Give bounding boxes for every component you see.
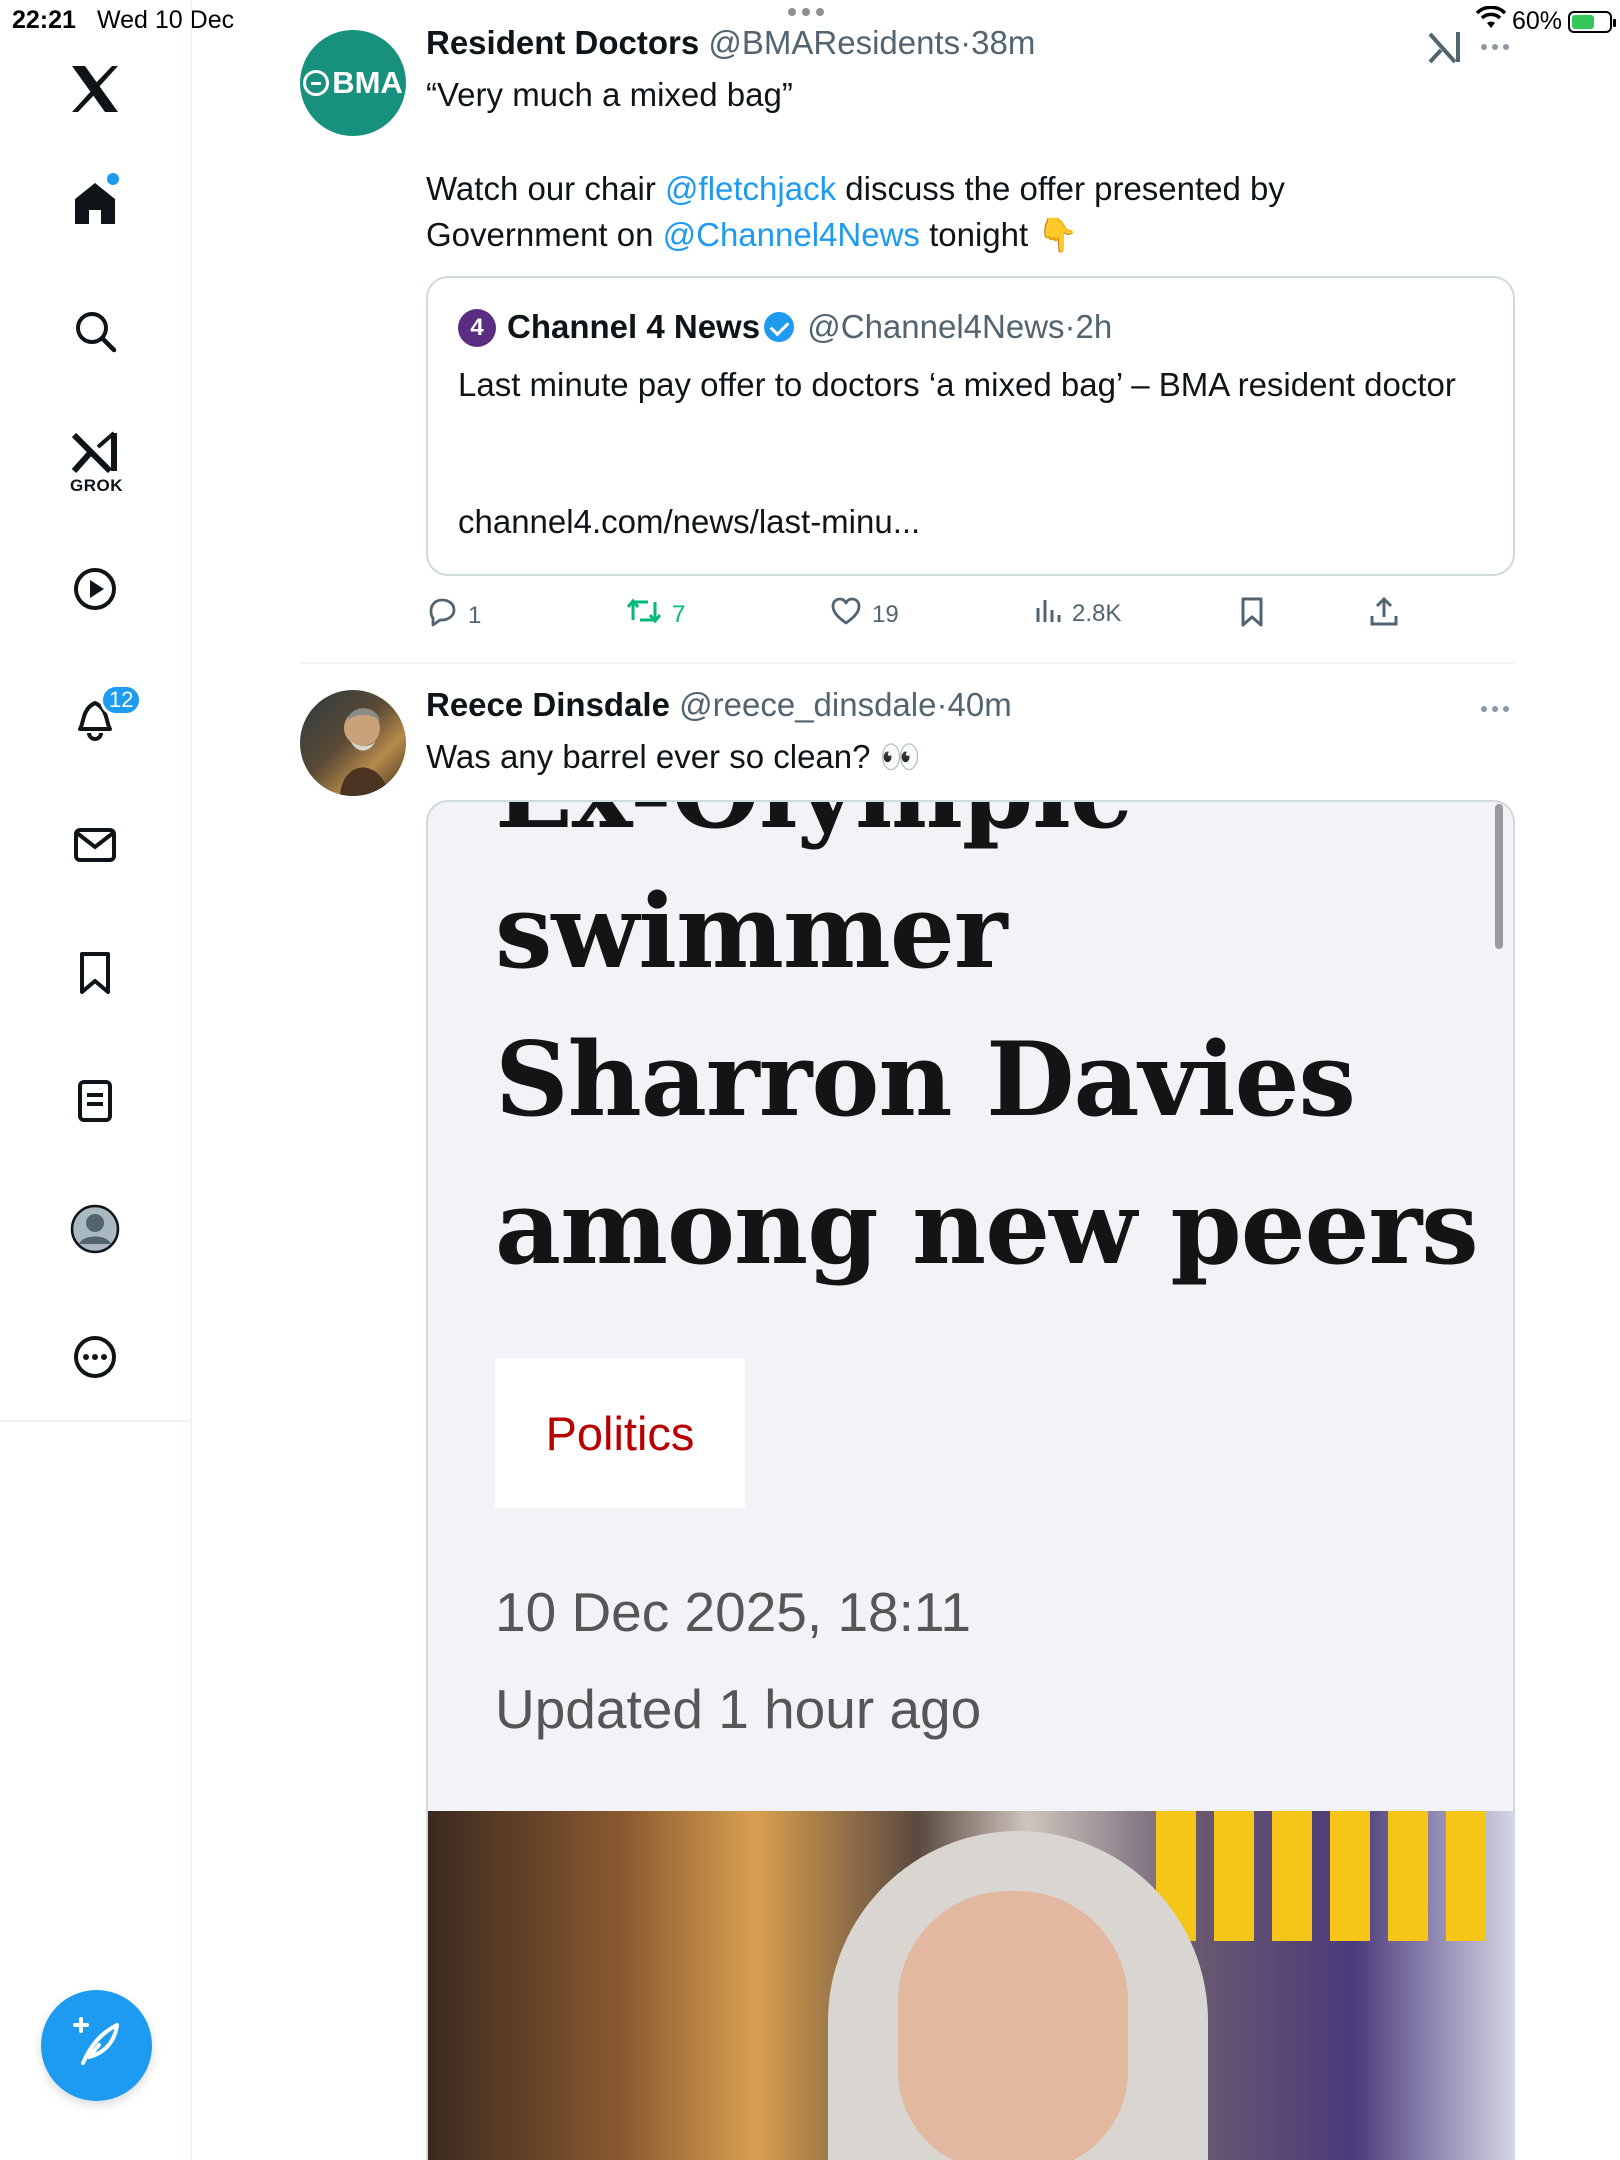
tweet-more-button[interactable] <box>1481 44 1509 50</box>
tweet-body: Watch our chair @fletchjack discuss the … <box>426 166 1516 258</box>
home-unread-dot <box>107 173 119 185</box>
headline-line: Ex-Olympic <box>495 802 1132 852</box>
search-icon[interactable] <box>66 302 124 360</box>
quoted-tweet[interactable]: 4 Channel 4 News @Channel4News·2h Last m… <box>426 276 1515 576</box>
topic-label: Politics <box>545 1406 695 1460</box>
channel4-logo-icon: 4 <box>458 309 496 347</box>
article-date: 10 Dec 2025, 18:11 <box>495 1581 972 1643</box>
battery-icon <box>1568 10 1616 33</box>
mail-icon[interactable] <box>66 816 124 874</box>
tweet-text-line: “Very much a mixed bag” <box>426 76 793 113</box>
mention-link[interactable]: @fletchjack <box>665 170 836 207</box>
tweet-text-segment: tonight 👇 <box>919 216 1079 253</box>
author-handle[interactable]: @reece_dinsdale <box>679 686 936 723</box>
quote-link[interactable]: channel4.com/news/last-minu... <box>458 503 920 541</box>
avatar-resident-doctors[interactable]: BMA <box>300 30 406 136</box>
views-count: 2.8K <box>1072 599 1122 627</box>
grok-explain-icon[interactable] <box>1427 30 1463 71</box>
headline-line: Sharron Davies <box>495 1020 1356 1140</box>
headline-line: among new peers <box>495 1168 1479 1288</box>
multitask-handle[interactable] <box>788 8 824 16</box>
quote-text: Last minute pay offer to doctors ‘a mixe… <box>458 366 1456 403</box>
reply-icon <box>426 596 458 635</box>
views-button[interactable]: 2.8K <box>1034 596 1121 631</box>
sidebar: GROK 12 <box>0 0 192 2160</box>
bookmark-button[interactable] <box>1238 596 1266 635</box>
tweet-text-segment: Government on <box>426 216 663 253</box>
notification-badge: 12 <box>100 684 143 716</box>
sidebar-divider <box>0 1420 192 1422</box>
tweet-divider <box>300 662 1514 664</box>
like-button[interactable]: 19 <box>830 596 899 633</box>
retweet-count: 7 <box>672 600 686 628</box>
battery-percent: 60% <box>1511 7 1562 35</box>
tweet-text-segment: Watch our chair <box>426 170 666 207</box>
meta-separator: · <box>1064 308 1076 345</box>
quote-time: 2h <box>1075 308 1113 345</box>
quote-author-handle: @Channel4News <box>807 308 1065 345</box>
status-indicators: 60% <box>1475 5 1616 37</box>
avatar-reece-dinsdale[interactable] <box>300 690 406 796</box>
tweet-time[interactable]: 38m <box>971 24 1035 61</box>
attached-image[interactable]: Ex-Olympic swimmer Sharron Davies among … <box>426 800 1515 2160</box>
verified-badge-icon <box>764 312 795 342</box>
quote-header: Channel 4 News @Channel4News·2h <box>507 308 1112 346</box>
play-icon[interactable] <box>66 560 124 618</box>
heart-icon <box>830 596 862 633</box>
avatar-text: BMA <box>332 65 403 100</box>
profile-icon[interactable] <box>66 1200 124 1258</box>
reply-count: 1 <box>468 601 482 629</box>
tweet-time[interactable]: 40m <box>947 686 1011 723</box>
tweet-text-segment: discuss the offer presented by <box>836 170 1285 207</box>
article-photo <box>428 1811 1513 2160</box>
author-handle[interactable]: @BMAResidents <box>708 24 960 61</box>
bookmark-icon <box>1238 596 1266 635</box>
bookmark-icon[interactable] <box>66 944 124 1002</box>
share-icon <box>1368 596 1400 635</box>
reply-button[interactable]: 1 <box>426 596 481 635</box>
author-name[interactable]: Reece Dinsdale <box>426 686 670 723</box>
tweet-actions: 1 7 19 2.8K <box>426 596 1426 636</box>
meta-separator: · <box>936 686 948 723</box>
list-icon[interactable] <box>66 1072 124 1130</box>
scrollbar-thumb <box>1495 804 1503 949</box>
analytics-icon <box>1034 596 1062 631</box>
wifi-icon <box>1475 5 1507 37</box>
tweet-header: Reece Dinsdale @reece_dinsdale·40m <box>426 686 1012 724</box>
quote-author-name: Channel 4 News <box>507 308 761 345</box>
grok-label: GROK <box>70 476 123 495</box>
like-count: 19 <box>872 600 899 628</box>
article-updated: Updated 1 hour ago <box>495 1678 982 1740</box>
bma-logo-icon <box>303 70 330 96</box>
compose-button[interactable] <box>41 1990 152 2101</box>
share-button[interactable] <box>1368 596 1400 635</box>
mention-link[interactable]: @Channel4News <box>663 216 920 253</box>
retweet-icon <box>626 596 662 633</box>
topic-tag: Politics <box>495 1358 745 1508</box>
meta-separator: · <box>960 24 972 61</box>
more-icon[interactable] <box>66 1328 124 1386</box>
tweet-text: Was any barrel ever so clean? 👀 <box>426 738 921 775</box>
grok-icon[interactable] <box>66 424 124 482</box>
feather-plus-icon <box>69 2015 125 2076</box>
author-name[interactable]: Resident Doctors <box>426 24 699 61</box>
tweet-header: Resident Doctors @BMAResidents·38m <box>426 24 1035 62</box>
x-logo-icon[interactable] <box>66 60 124 118</box>
retweet-button[interactable]: 7 <box>626 596 685 633</box>
tweet-more-button[interactable] <box>1481 706 1509 712</box>
headline-line: swimmer <box>495 872 1007 992</box>
